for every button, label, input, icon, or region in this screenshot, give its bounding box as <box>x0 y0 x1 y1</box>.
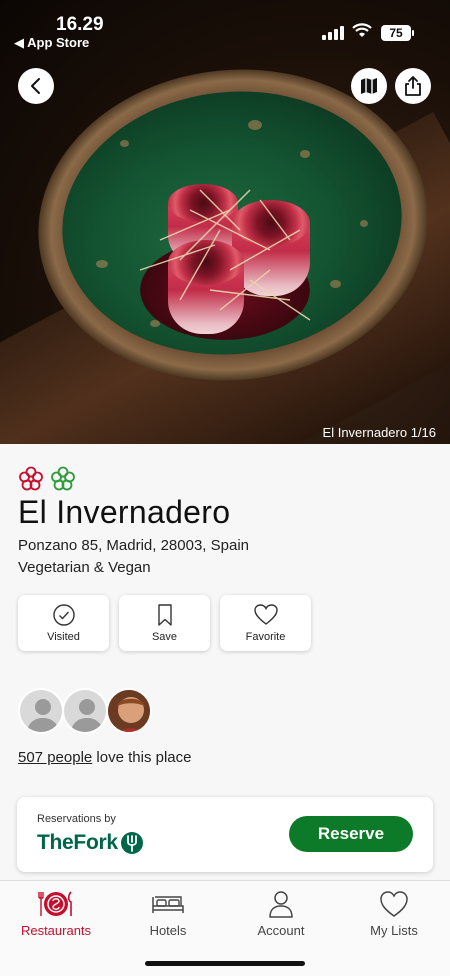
tab-hotels[interactable]: Hotels <box>112 889 224 938</box>
visited-button[interactable]: Visited <box>18 595 109 651</box>
restaurant-cuisine: Vegetarian & Vegan <box>18 559 151 576</box>
fans-text: 507 people love this place <box>18 749 191 766</box>
distinctions <box>18 466 76 492</box>
heart-icon <box>380 891 408 917</box>
avatar <box>62 688 108 734</box>
thefork-wordmark: TheFork <box>37 831 118 854</box>
save-label: Save <box>151 631 178 643</box>
tab-my-lists-label: My Lists <box>370 923 418 938</box>
default-person-icon <box>26 699 60 732</box>
home-indicator[interactable] <box>145 961 305 966</box>
bookmark-icon <box>157 604 172 626</box>
michelin-star-icon <box>19 466 43 491</box>
tab-my-lists[interactable]: My Lists <box>338 889 450 938</box>
favorite-label: Favorite <box>245 631 286 643</box>
garnish-strands <box>139 189 311 321</box>
reservation-card: Reservations by TheFork Reserve <box>17 797 433 872</box>
tab-account[interactable]: Account <box>225 889 337 938</box>
battery-level: 75 <box>381 25 411 41</box>
restaurant-name: El Invernadero <box>18 494 231 530</box>
battery-icon <box>412 30 414 36</box>
map-button[interactable] <box>351 68 387 104</box>
tab-account-label: Account <box>257 923 305 938</box>
share-button[interactable] <box>395 68 431 104</box>
status-bar: 16.29 ◀ App Store 75 <box>0 0 450 56</box>
thefork-logo: TheFork <box>37 831 144 855</box>
status-time: 16.29 <box>56 14 104 35</box>
map-icon <box>361 78 377 94</box>
visited-label: Visited <box>47 631 80 643</box>
action-buttons: Visited Save Favorite <box>18 595 311 651</box>
fork-logo-icon <box>120 832 143 854</box>
restaurant-details: El Invernadero Ponzano 85, Madrid, 28003… <box>0 444 450 880</box>
tab-hotels-label: Hotels <box>149 923 187 938</box>
reserve-button[interactable]: Reserve <box>289 816 413 852</box>
avatar <box>18 688 64 734</box>
back-to-app-store-link[interactable]: ◀ App Store <box>14 35 89 51</box>
person-icon <box>269 891 293 918</box>
hero-photo[interactable]: El Invernadero 1/16 <box>0 0 450 444</box>
cellular-signal-icon <box>322 26 344 40</box>
user-photo <box>108 690 150 732</box>
chevron-left-icon <box>31 78 40 94</box>
fans-avatars[interactable] <box>18 688 158 736</box>
restaurant-address: Ponzano 85, Madrid, 28003, Spain <box>18 537 249 554</box>
fans-suffix: love this place <box>92 749 192 766</box>
photo-caption: El Invernadero 1/16 <box>322 425 436 440</box>
green-star-icon <box>51 466 75 491</box>
favorite-button[interactable]: Favorite <box>220 595 311 651</box>
save-button[interactable]: Save <box>119 595 210 651</box>
avatar <box>106 688 152 734</box>
bed-icon <box>152 896 184 913</box>
tab-restaurants[interactable]: Restaurants <box>0 889 112 938</box>
restaurant-plate-icon <box>38 891 72 916</box>
check-circle-icon <box>52 604 75 626</box>
fans-count-link[interactable]: 507 people <box>18 749 92 766</box>
wifi-icon <box>352 23 372 37</box>
share-icon <box>405 76 421 96</box>
default-person-icon <box>70 699 104 732</box>
back-button[interactable] <box>18 68 54 104</box>
reservations-by-label: Reservations by <box>37 813 116 825</box>
tab-restaurants-label: Restaurants <box>20 923 92 938</box>
heart-icon <box>253 604 278 625</box>
